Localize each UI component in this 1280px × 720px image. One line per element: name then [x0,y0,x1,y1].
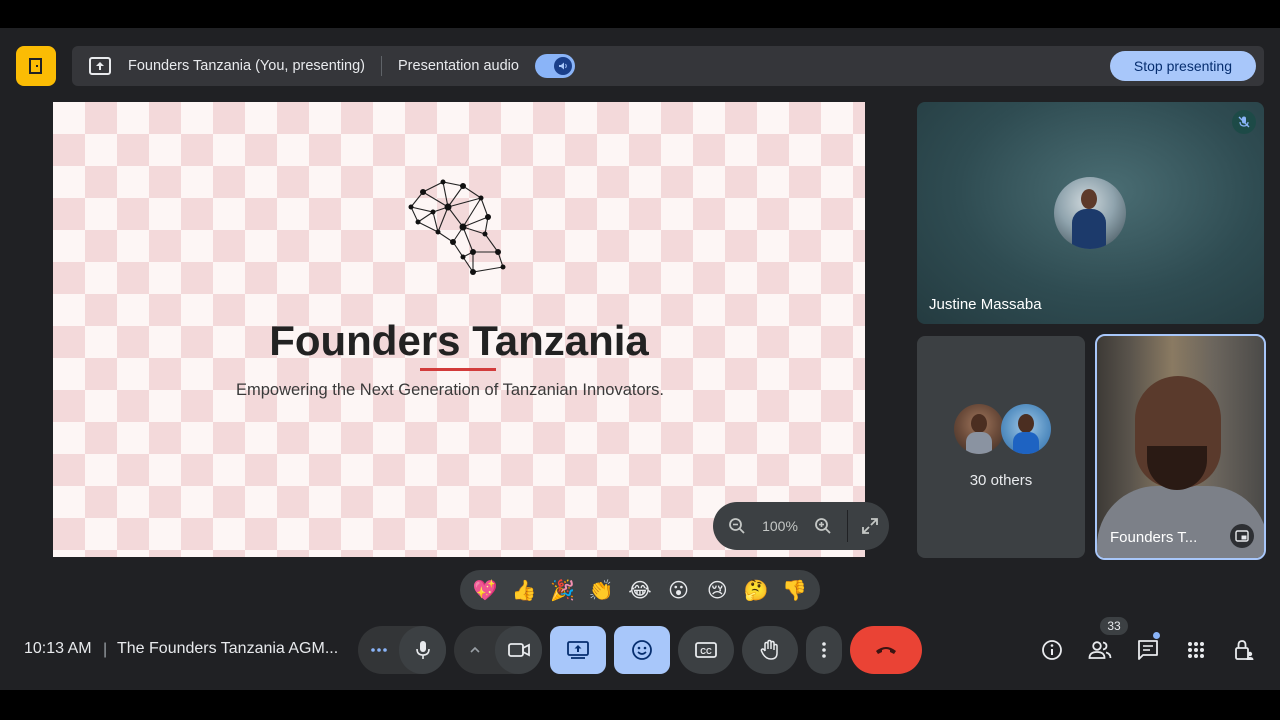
zoom-out-icon [729,518,745,534]
host-controls-button[interactable] [1232,638,1256,662]
meeting-title: The Founders Tanzania AGM... [117,640,339,657]
reaction-crying[interactable]: 😢 [699,572,735,608]
mic-muted-icon [1232,110,1256,134]
meet-window: Founders Tanzania (You, presenting) Pres… [0,28,1280,690]
reaction-thumbs-down[interactable]: 👎 [777,572,813,608]
participant-name: Justine Massaba [929,296,1042,313]
participant-avatar [1054,177,1126,249]
self-video-tile[interactable]: Founders T... [1095,334,1266,560]
others-count: 30 others [969,472,1033,489]
reaction-laughing[interactable]: 😂 [622,572,658,608]
more-horizontal-icon [370,648,387,652]
hand-icon [760,639,778,660]
door-icon [29,58,42,74]
info-icon [1042,640,1062,660]
avatar [954,404,1004,454]
more-options-button[interactable] [806,626,842,674]
video-control-group [454,626,542,674]
smiley-icon [632,640,652,660]
leave-call-button[interactable] [850,626,922,674]
unread-indicator [1153,632,1160,639]
tanzania-network-map-logo [408,179,506,275]
exit-presentation-tile[interactable] [16,46,56,86]
chat-icon [1138,640,1158,660]
presentation-audio-label: Presentation audio [398,58,519,74]
picture-in-picture-button[interactable] [1230,524,1254,548]
participant-count-badge: 33 [1100,617,1128,635]
reaction-sparkling-heart[interactable]: 💖 [467,572,503,608]
apps-grid-icon [1188,642,1204,658]
others-tile[interactable]: 30 others [917,336,1085,558]
hang-up-icon [876,647,896,654]
reaction-surprised[interactable]: 😮 [661,572,697,608]
present-screen-button[interactable] [550,626,606,674]
expand-icon [862,518,878,534]
stop-presenting-button[interactable]: Stop presenting [1109,51,1256,81]
more-vertical-icon [822,642,826,658]
presenting-bar: Founders Tanzania (You, presenting) Pres… [72,46,1264,86]
people-icon [1088,641,1112,659]
speaker-icon [553,57,572,75]
pip-icon [1235,530,1249,542]
activities-button[interactable] [1184,638,1208,662]
avatar [1001,404,1051,454]
clock: 10:13 AM [24,640,92,657]
microphone-icon [415,641,430,659]
reaction-party-popper[interactable]: 🎉 [545,572,581,608]
slide-title: Founders Tanzania [269,317,649,364]
self-name: Founders T... [1110,529,1198,546]
audio-options-button[interactable] [358,626,399,674]
zoom-controls: 100% [713,502,889,550]
microphone-button[interactable] [399,626,446,674]
zoom-in-button[interactable] [805,508,841,544]
chevron-up-icon [469,646,480,653]
video-options-button[interactable] [454,626,495,674]
raise-hand-button[interactable] [742,626,798,674]
send-reaction-button[interactable] [614,626,670,674]
slide-subtitle: Empowering the Next Generation of Tanzan… [235,381,665,399]
bar-divider [381,56,382,76]
share-screen-icon [88,54,112,78]
zoom-divider [847,510,848,542]
present-icon [567,641,589,659]
clock-divider: | [103,641,108,658]
reaction-thinking[interactable]: 🤔 [738,572,774,608]
audio-control-group [358,626,446,674]
lock-person-icon [1235,640,1254,660]
chat-button[interactable] [1136,638,1160,662]
zoom-in-icon [815,518,831,534]
fullscreen-button[interactable] [852,508,888,544]
reaction-thumbs-up[interactable]: 👍 [506,572,542,608]
participant-tile-justine[interactable]: Justine Massaba [917,102,1264,324]
zoom-out-button[interactable] [719,508,755,544]
reaction-clapping[interactable]: 👏 [583,572,619,608]
reactions-bar: 💖 👍 🎉 👏 😂 😮 😢 🤔 👎 [460,570,820,610]
presentation-slide: Founders Tanzania Empowering the Next Ge… [53,102,865,557]
camera-button[interactable] [495,626,542,674]
presentation-audio-toggle[interactable] [534,54,575,78]
closed-captions-icon: CC [695,642,717,658]
title-underline [420,368,496,371]
svg-text:CC: CC [700,647,712,656]
meeting-details-button[interactable] [1040,638,1064,662]
captions-button[interactable]: CC [678,626,734,674]
people-button[interactable] [1088,638,1112,662]
zoom-level: 100% [762,518,798,534]
camera-icon [507,643,530,657]
presenter-label: Founders Tanzania (You, presenting) [128,58,365,74]
